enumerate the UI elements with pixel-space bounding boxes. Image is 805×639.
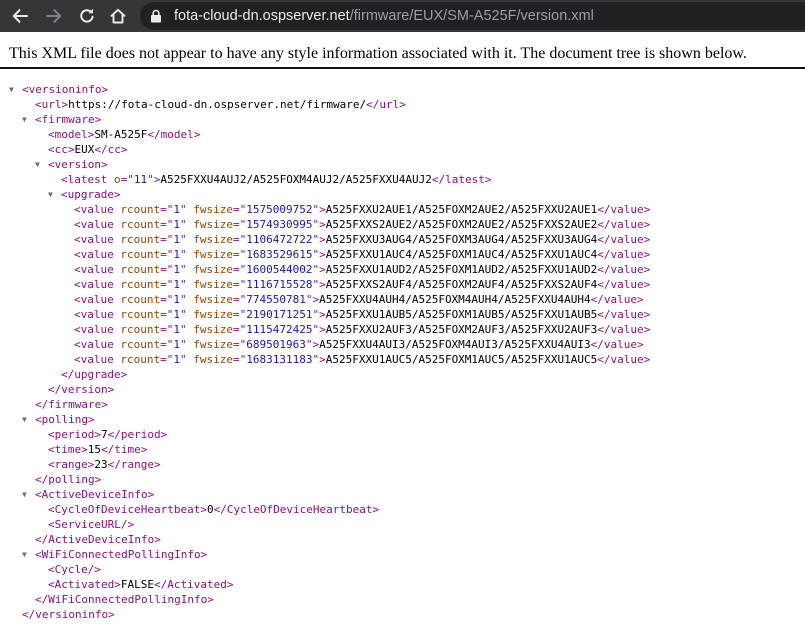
activedeviceinfo-close: </ActiveDeviceInfo> (35, 533, 161, 546)
value-row: <value rcount="1" fwsize="774550781">A52… (74, 293, 644, 306)
arrow-left-icon (12, 9, 28, 23)
version-close: </version> (48, 383, 115, 396)
collapse-arrow-icon[interactable]: ▼ (22, 112, 32, 127)
xml-style-notice: This XML file does not appear to have an… (9, 45, 747, 62)
value-row: <value rcount="1" fwsize="1683131183">A5… (74, 353, 651, 366)
value-row: <value rcount="1" fwsize="689501963">A52… (74, 338, 644, 351)
url-host: fota-cloud-dn.ospserver.net (174, 8, 350, 24)
value-row: <value rcount="1" fwsize="1575009752">A5… (74, 203, 651, 216)
back-button[interactable] (6, 2, 34, 30)
collapse-arrow-icon[interactable]: ▼ (35, 157, 45, 172)
latest-element: <latest o="11">A525FXXU4AUJ2/A525FOXM4AU… (61, 173, 492, 186)
collapse-arrow-icon[interactable]: ▼ (22, 547, 32, 562)
wifipolling-open: ▼ <WiFiConnectedPollingInfo> (22, 548, 208, 561)
versioninfo-open: ▼ <versioninfo> (9, 83, 109, 96)
reload-button[interactable] (73, 2, 101, 30)
value-row: <value rcount="1" fwsize="1683529615">A5… (74, 248, 651, 261)
value-row: <value rcount="1" fwsize="2190171251">A5… (74, 308, 651, 321)
activated-element: <Activated>FALSE</Activated> (48, 578, 234, 591)
cc-element: <cc>EUX</cc> (48, 143, 128, 156)
forward-button[interactable] (40, 2, 68, 30)
value-row: <value rcount="1" fwsize="1115472425">A5… (74, 323, 651, 336)
range-element: <range>23</range> (48, 458, 161, 471)
wifipolling-close: </WiFiConnectedPollingInfo> (35, 593, 214, 606)
firmware-open: ▼ <firmware> (22, 113, 102, 126)
url-element: <url>https://fota-cloud-dn.ospserver.net… (35, 98, 406, 111)
collapse-arrow-icon[interactable]: ▼ (48, 187, 58, 202)
value-row: <value rcount="1" fwsize="1574930995">A5… (74, 218, 651, 231)
notice-divider (0, 67, 805, 69)
url-text[interactable]: fota-cloud-dn.ospserver.net/firmware/EUX… (174, 8, 594, 24)
home-button[interactable] (104, 2, 132, 30)
url-path: /firmware/EUX/SM-A525F/version.xml (349, 8, 594, 24)
address-bar[interactable]: fota-cloud-dn.ospserver.net/firmware/EUX… (140, 2, 805, 30)
model-element: <model>SM-A525F</model> (48, 128, 201, 141)
value-row: <value rcount="1" fwsize="1600544002">A5… (74, 263, 651, 276)
home-icon (110, 8, 126, 24)
period-element: <period>7</period> (48, 428, 168, 441)
versioninfo-close: </versioninfo> (22, 608, 115, 621)
browser-toolbar: fota-cloud-dn.ospserver.net/firmware/EUX… (0, 0, 805, 32)
polling-open: ▼ <polling> (22, 413, 95, 426)
version-open: ▼ <version> (35, 158, 108, 171)
upgrade-open: ▼ <upgrade> (48, 188, 121, 201)
collapse-arrow-icon[interactable]: ▼ (9, 82, 19, 97)
polling-close: </polling> (35, 473, 102, 486)
cycle-element: <Cycle/> (48, 563, 101, 576)
heartbeat-element: <CycleOfDeviceHeartbeat>0</CycleOfDevice… (48, 503, 380, 516)
reload-icon (80, 8, 94, 23)
arrow-right-icon (46, 9, 62, 23)
activedeviceinfo-open: ▼ <ActiveDeviceInfo> (22, 488, 155, 501)
upgrade-close: </upgrade> (61, 368, 128, 381)
collapse-arrow-icon[interactable]: ▼ (22, 487, 32, 502)
firmware-close: </firmware> (35, 398, 108, 411)
collapse-arrow-icon[interactable]: ▼ (22, 412, 32, 427)
serviceurl-element: <ServiceURL/> (48, 518, 135, 531)
value-row: <value rcount="1" fwsize="1116715528">A5… (74, 278, 651, 291)
value-row: <value rcount="1" fwsize="1106472722">A5… (74, 233, 651, 246)
lock-icon (151, 9, 161, 23)
time-element: <time>15</time> (48, 443, 148, 456)
